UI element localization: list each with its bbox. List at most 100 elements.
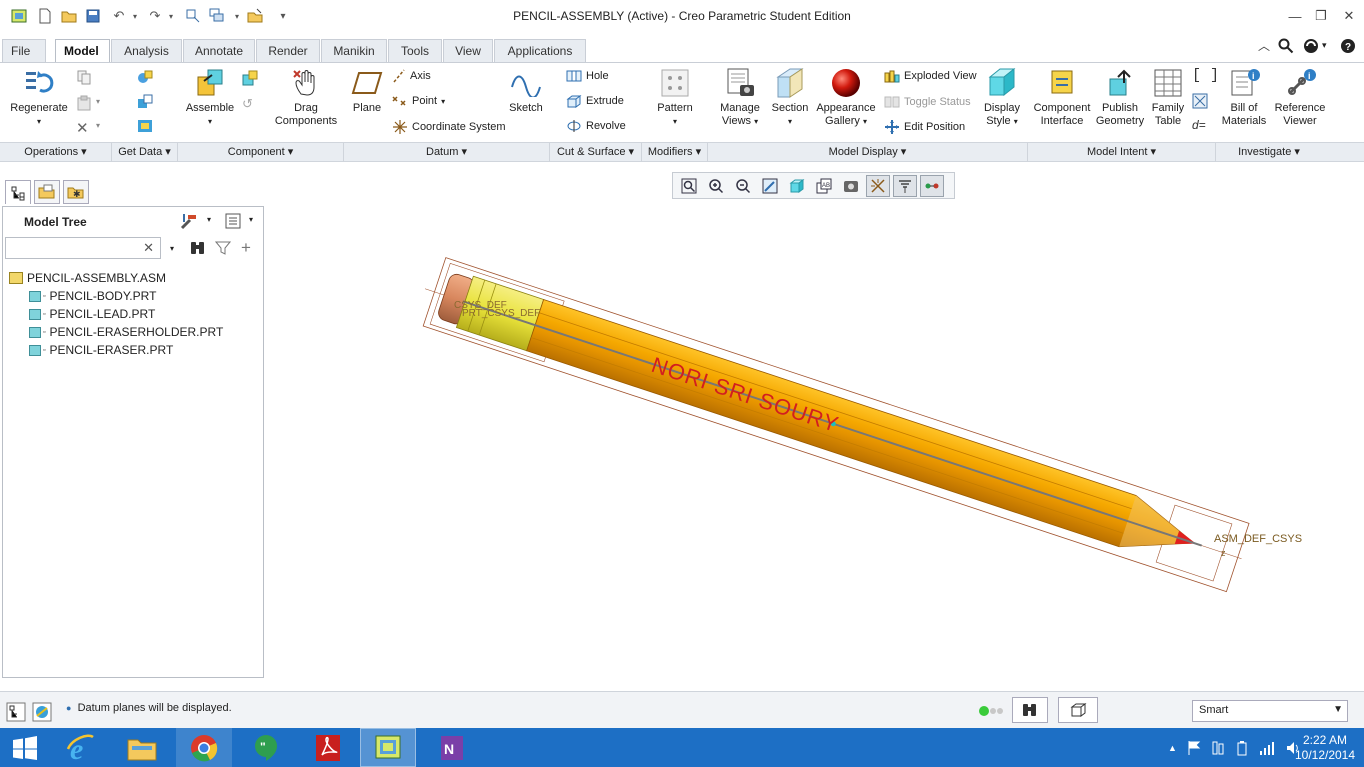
toggle-navigator-icon[interactable]: [6, 702, 26, 725]
bill-of-materials-button[interactable]: i Bill of Materials: [1220, 67, 1268, 128]
family-table-button[interactable]: Family Table: [1148, 67, 1188, 128]
action-center-flag-icon[interactable]: [1187, 740, 1201, 756]
tab-tools[interactable]: Tools: [388, 39, 442, 62]
favorites-tab[interactable]: ✱: [63, 180, 89, 204]
tab-render[interactable]: Render: [256, 39, 320, 62]
find-button[interactable]: [1012, 697, 1048, 723]
graphics-window[interactable]: NORI SRI SOURY CSYS_DEF PRT_CSYS_DEF ASM…: [266, 200, 1364, 688]
refit-icon[interactable]: [677, 175, 701, 197]
tab-manikin[interactable]: Manikin: [321, 39, 387, 62]
axis-button[interactable]: Axis: [392, 69, 431, 83]
create-component-icon[interactable]: [241, 69, 259, 90]
toggle-status-button[interactable]: Toggle Status: [884, 95, 971, 109]
tab-applications[interactable]: Applications: [494, 39, 586, 62]
pattern-button[interactable]: Pattern ▾: [650, 67, 700, 128]
switch-dimensions-icon[interactable]: [1192, 93, 1208, 112]
delete-dropdown-icon[interactable]: ▾: [96, 121, 100, 130]
tab-file[interactable]: File ▾: [2, 39, 46, 79]
tree-settings-dropdown-icon[interactable]: ▾: [207, 215, 211, 224]
extrude-button[interactable]: Extrude: [566, 94, 624, 108]
tab-view[interactable]: View: [443, 39, 493, 62]
show-dropdown-icon[interactable]: ▾: [249, 215, 253, 224]
folder-browser-tab[interactable]: [34, 180, 60, 204]
section-button[interactable]: Section ▾: [768, 67, 812, 128]
group-operations[interactable]: Operations ▾: [0, 143, 112, 162]
delete-icon[interactable]: ✕: [76, 119, 89, 137]
manage-views-dropdown-icon[interactable]: ▾: [754, 117, 758, 126]
group-cut-surface[interactable]: Cut & Surface ▾: [550, 143, 642, 162]
filter-icon[interactable]: [214, 240, 232, 259]
copy-geometry-icon[interactable]: [136, 94, 154, 113]
zoom-in-icon[interactable]: [704, 175, 728, 197]
pattern-dropdown-icon[interactable]: ▾: [650, 115, 700, 128]
restore-icon[interactable]: ❐: [1308, 6, 1334, 26]
model-tree-tab[interactable]: [5, 180, 31, 204]
clock[interactable]: 2:22 AM 10/12/2014: [1290, 728, 1360, 767]
exploded-view-button[interactable]: Exploded View: [884, 69, 977, 83]
taskbar-chrome[interactable]: [176, 728, 232, 767]
selection-box-button[interactable]: [1058, 697, 1098, 723]
component-interface-button[interactable]: Component Interface: [1032, 67, 1092, 128]
group-get-data[interactable]: Get Data ▾: [112, 143, 178, 162]
minimize-icon[interactable]: —: [1282, 6, 1308, 26]
saved-orientations-icon[interactable]: AB: [812, 175, 836, 197]
tree-settings-icon[interactable]: [179, 212, 199, 233]
hole-button[interactable]: Hole: [566, 69, 609, 83]
group-model-intent[interactable]: Model Intent ▾: [1028, 143, 1216, 162]
search-dropdown-icon[interactable]: ▾: [170, 244, 174, 253]
tab-analysis[interactable]: Analysis: [111, 39, 182, 62]
revolve-button[interactable]: Revolve: [566, 119, 626, 133]
tree-item-pencil-body[interactable]: ▫ PENCIL-BODY.PRT: [29, 289, 156, 303]
paste-icon[interactable]: [76, 95, 92, 114]
tree-search-input[interactable]: ✕: [5, 237, 161, 259]
tree-item-pencil-lead[interactable]: ▫ PENCIL-LEAD.PRT: [29, 307, 155, 321]
add-column-icon[interactable]: +: [241, 238, 251, 258]
close-icon[interactable]: ✕: [1336, 6, 1362, 26]
taskbar-file-explorer[interactable]: [114, 728, 170, 767]
power-icon[interactable]: [1235, 740, 1249, 756]
toggle-browser-icon[interactable]: [32, 702, 52, 725]
community-dropdown-icon[interactable]: ▾: [1322, 40, 1327, 51]
relations-icon[interactable]: d=: [1192, 118, 1206, 132]
start-button[interactable]: [0, 728, 50, 767]
assemble-button[interactable]: Assemble ▾: [180, 67, 240, 128]
paste-dropdown-icon[interactable]: ▾: [96, 97, 100, 106]
help-icon[interactable]: ?: [1340, 38, 1356, 57]
display-style-button[interactable]: Display Style ▾: [980, 67, 1024, 128]
assemble-dropdown-icon[interactable]: ▾: [180, 115, 240, 128]
taskbar-creo[interactable]: [360, 728, 416, 767]
taskbar-hangouts[interactable]: ": [238, 728, 294, 767]
find-icon[interactable]: [189, 240, 207, 259]
section-dropdown-icon[interactable]: ▾: [768, 115, 812, 128]
group-investigate[interactable]: Investigate ▾: [1216, 143, 1322, 162]
collapse-ribbon-icon[interactable]: ︿: [1258, 37, 1270, 54]
show-icon[interactable]: [224, 212, 242, 233]
regenerate-dropdown-icon[interactable]: ▾: [6, 115, 72, 128]
tree-root-assembly[interactable]: PENCIL-ASSEMBLY.ASM: [9, 271, 166, 285]
coordinate-system-button[interactable]: Coordinate System: [392, 119, 506, 135]
reference-viewer-button[interactable]: i Reference Viewer: [1270, 67, 1330, 128]
device-icon[interactable]: [1211, 740, 1225, 756]
group-model-display[interactable]: Model Display ▾: [708, 143, 1028, 162]
selection-filter-select[interactable]: Smart ▼: [1192, 700, 1348, 722]
drag-components-button[interactable]: Drag Components: [272, 67, 340, 128]
network-signal-icon[interactable]: [1259, 740, 1275, 756]
sketch-button[interactable]: Sketch: [504, 67, 548, 115]
appearance-gallery-dropdown-icon[interactable]: ▾: [863, 117, 867, 126]
search-icon[interactable]: [1278, 38, 1294, 57]
regenerate-button[interactable]: Regenerate ▾: [6, 67, 72, 128]
repeat-icon[interactable]: ↺: [242, 96, 253, 112]
point-dropdown-icon[interactable]: ▾: [441, 97, 445, 106]
view-manager-icon[interactable]: [839, 175, 863, 197]
clear-search-icon[interactable]: ✕: [143, 240, 154, 256]
user-defined-feature-icon[interactable]: [136, 69, 154, 88]
community-icon[interactable]: [1302, 38, 1320, 57]
plane-button[interactable]: Plane: [348, 67, 386, 115]
repaint-icon[interactable]: [758, 175, 782, 197]
point-button[interactable]: Point ▾: [392, 94, 445, 108]
edit-position-button[interactable]: Edit Position: [884, 119, 965, 135]
publish-geometry-button[interactable]: Publish Geometry: [1094, 67, 1146, 128]
datum-display-filters-icon[interactable]: [866, 174, 890, 197]
shrinkwrap-icon[interactable]: [136, 118, 154, 137]
copy-icon[interactable]: [76, 69, 92, 88]
